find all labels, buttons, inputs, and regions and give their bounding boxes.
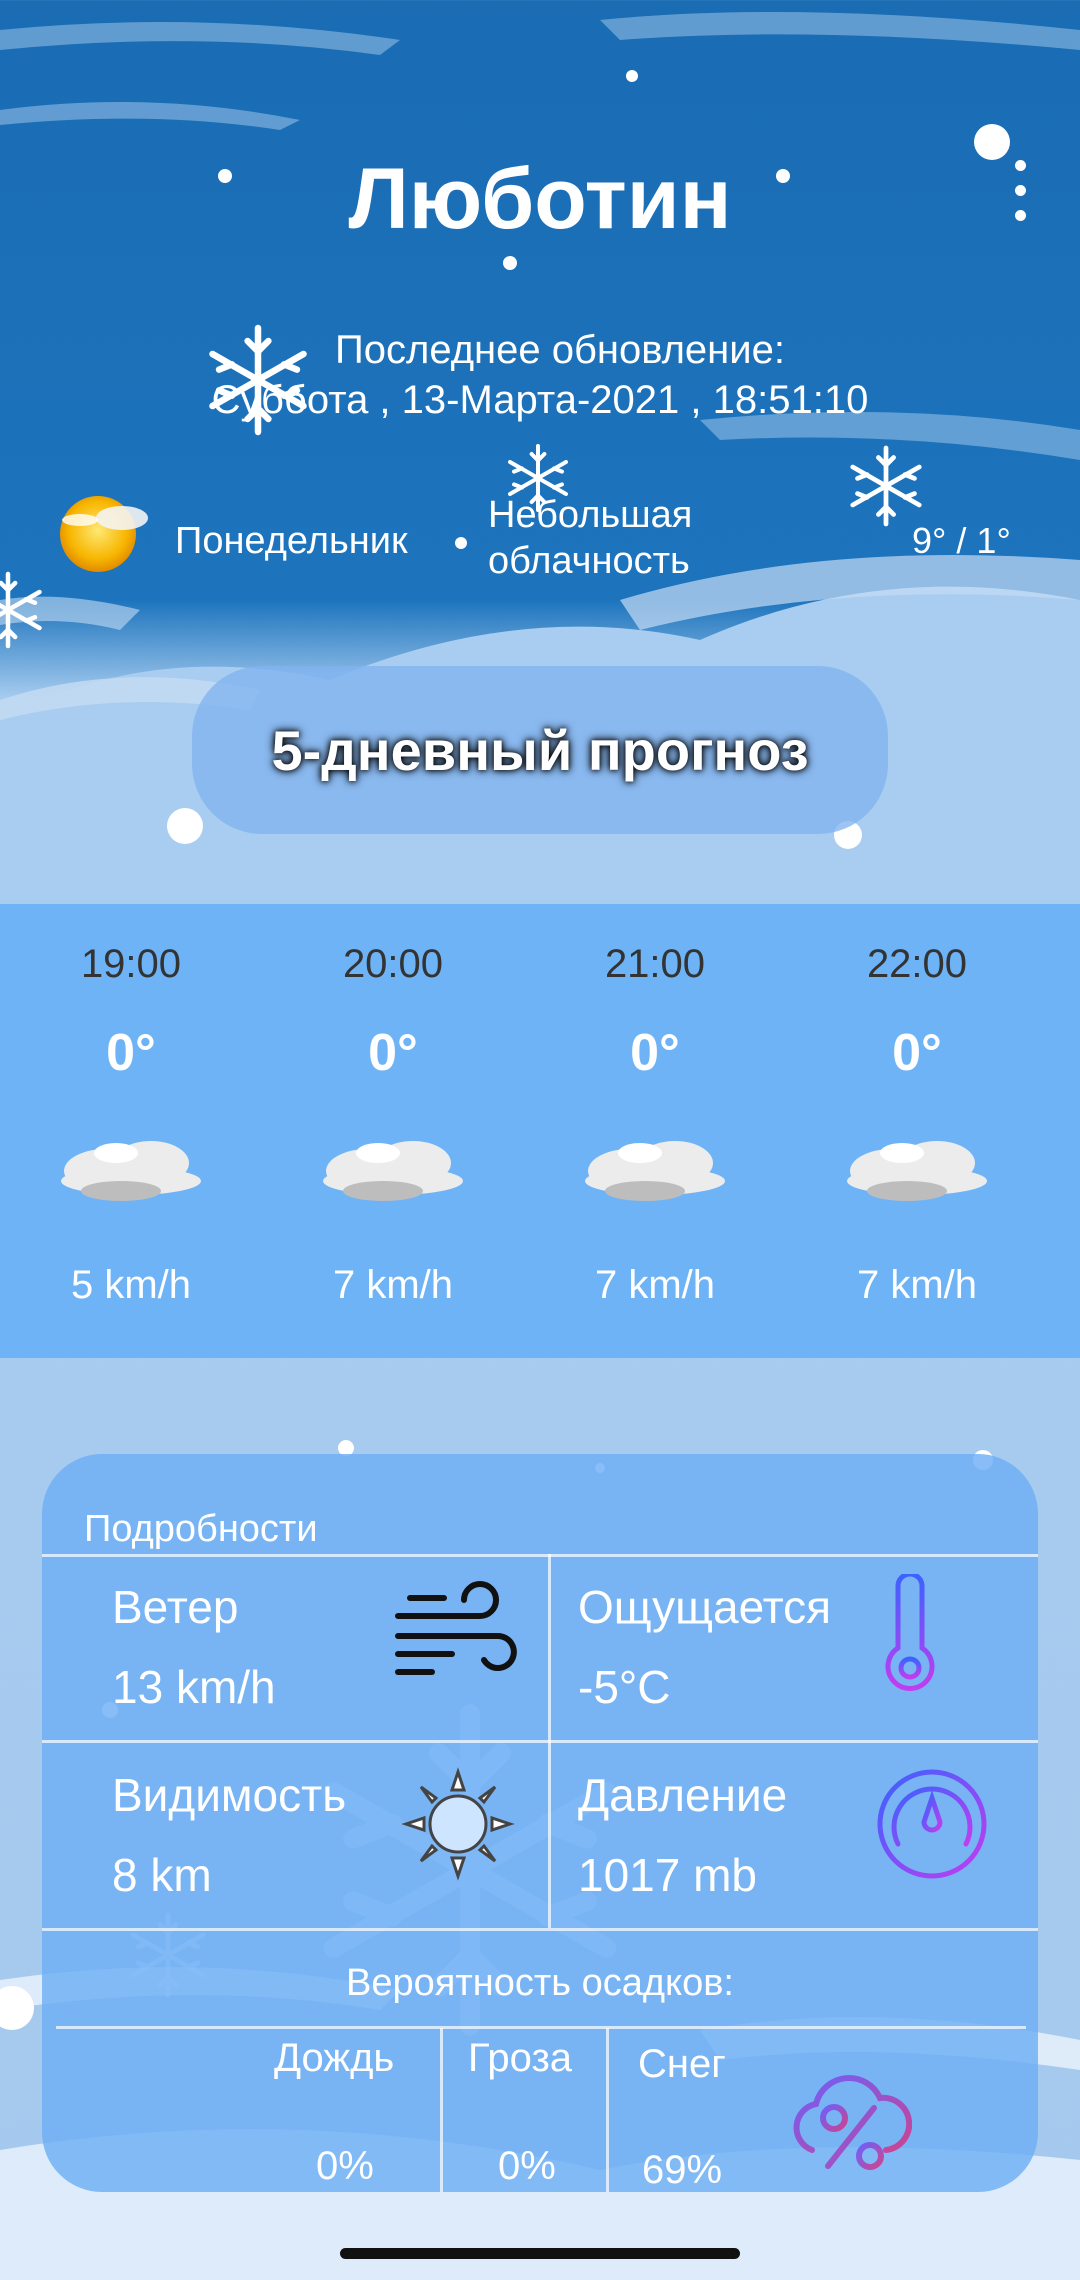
cloud-icon [570,1113,740,1223]
cloud-icon [308,1113,478,1223]
hour-time: 19:00 [80,942,182,986]
feels-like-value: -5°C [578,1661,671,1713]
home-indicator[interactable] [340,2248,740,2259]
gauge-icon [872,1764,992,1889]
condition-line-2: облачность [488,540,690,582]
wind-icon [392,1576,522,1691]
hour-time: 21:00 [604,942,706,986]
divider [606,2028,609,2192]
details-title: Подробности [84,1508,318,1550]
city-title: Люботин [348,151,732,247]
five-day-forecast-button[interactable]: 5-дневный прогноз [192,666,888,834]
hourly-item: 20:00 0° 7 km/h [262,904,524,1308]
divider [548,1554,551,1928]
visibility-label: Видимость [112,1769,347,1821]
condition-line-1: Небольшая [488,494,693,536]
hour-time: 20:00 [342,942,444,986]
cloud-percent-icon [782,2054,913,2179]
divider [440,2028,443,2192]
hour-temp: 0° [368,1024,418,1082]
sun-icon [398,1764,518,1889]
snow-value: 69% [642,2148,723,2192]
last-update-time: Суббота , 13-Марта-2021 , 18:51:10 [211,378,869,422]
visibility-value: 8 km [112,1849,212,1901]
hour-temp: 0° [106,1024,156,1082]
details-card: Подробности Ветер 13 km/h Ощущается -5°C… [42,1454,1038,2192]
last-update-label: Последнее обновление: [335,328,785,372]
pressure-value: 1017 mb [578,1849,758,1901]
hourly-forecast: 19:00 0° 5 km/h 20:00 0° 7 km/h 21:00 0°… [0,904,1080,1358]
divider [42,1740,1038,1743]
overflow-menu-icon[interactable] [1000,160,1040,230]
pressure-label: Давление [578,1769,788,1821]
thermometer-icon [878,1571,988,1699]
divider [56,2026,1026,2029]
hourly-item: 22:00 0° 7 km/h [786,904,1048,1308]
hour-temp: 0° [630,1024,680,1082]
hour-temp: 0° [892,1024,942,1082]
storm-label: Гроза [468,2036,573,2080]
wind-value: 13 km/h [112,1661,276,1713]
hour-time: 22:00 [866,942,968,986]
hour-wind: 7 km/h [856,1263,978,1307]
hourly-item: 21:00 0° 7 km/h [524,904,786,1308]
hour-wind: 5 km/h [70,1263,192,1307]
rain-label: Дождь [274,2036,395,2080]
snow-label: Снег [638,2042,726,2086]
storm-value: 0% [498,2144,556,2188]
hour-wind: 7 km/h [594,1263,716,1307]
divider [42,1928,1038,1931]
cloud-icon [832,1113,1002,1223]
divider [42,1554,1038,1557]
today-temp-range: 9° / 1° [912,520,1011,561]
sun-cloud-icon [50,490,150,580]
hourly-item: 19:00 0° 5 km/h [0,904,262,1308]
rain-value: 0% [316,2144,374,2188]
cloud-icon [46,1113,216,1223]
precipitation-title: Вероятность осадков: [346,1962,734,2004]
wind-label: Ветер [112,1581,239,1633]
separator-dot [455,537,467,549]
feels-like-label: Ощущается [578,1581,832,1633]
hour-wind: 7 km/h [332,1263,454,1307]
today-day: Понедельник [175,520,408,562]
today-condition: Небольшая облачность [488,492,692,584]
